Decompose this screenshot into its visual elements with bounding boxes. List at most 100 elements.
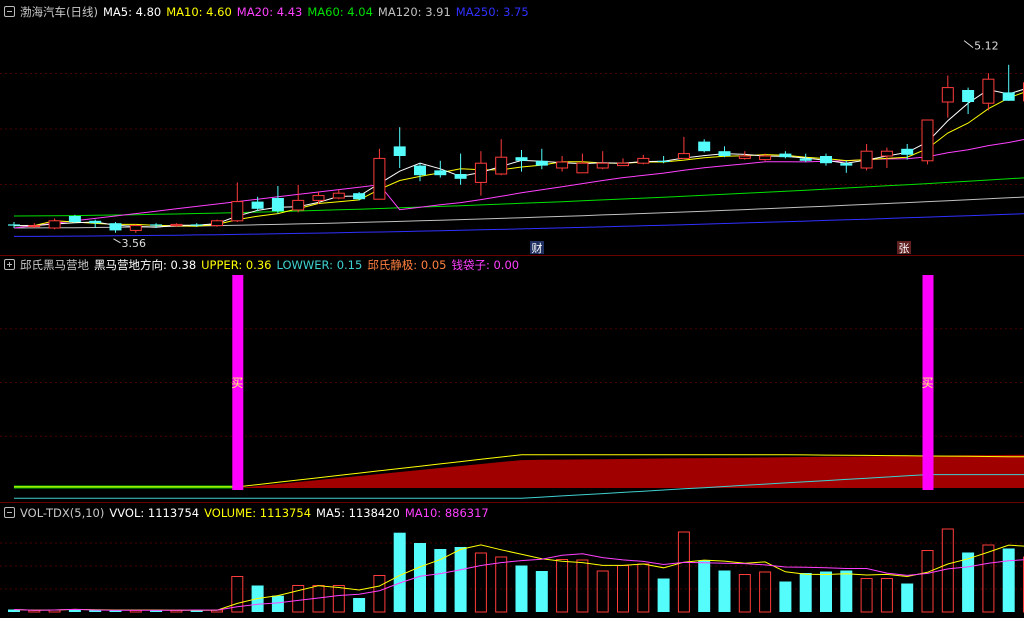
candle-body bbox=[332, 192, 345, 199]
candle-body bbox=[170, 223, 183, 227]
candle-body bbox=[373, 157, 386, 200]
candle-body bbox=[637, 157, 650, 164]
buy-signal-label: 买 bbox=[231, 376, 243, 390]
ma120-label: MA120: 3.91 bbox=[377, 5, 451, 19]
indicator-name: 邱氏黑马营地 bbox=[20, 258, 89, 272]
candle-body bbox=[799, 158, 812, 161]
candle-body bbox=[515, 157, 528, 161]
ma20-label: MA20: 4.43 bbox=[236, 5, 303, 19]
ma120-line bbox=[13, 196, 1024, 229]
volume-bar bbox=[434, 549, 447, 612]
candle-body bbox=[8, 224, 20, 226]
minus-icon[interactable] bbox=[4, 507, 15, 518]
candle-body bbox=[251, 201, 264, 209]
volume-bar bbox=[759, 571, 772, 613]
candle-body bbox=[190, 224, 203, 226]
price-panel-header: 渤海汽车(日线) MA5: 4.80 MA10: 4.60 MA20: 4.43 MA6… bbox=[4, 5, 534, 19]
candle-body bbox=[657, 160, 670, 162]
candle-body bbox=[393, 146, 406, 156]
candle-body bbox=[434, 170, 447, 176]
calm-label: 邱氏静极: 0.05 bbox=[367, 258, 447, 272]
volume-bar bbox=[779, 581, 792, 612]
volume-label: VOLUME: 1113754 bbox=[204, 506, 312, 520]
candle-body bbox=[840, 163, 853, 166]
candle-body bbox=[556, 161, 569, 169]
candle-body bbox=[982, 78, 995, 104]
candle-body bbox=[312, 195, 325, 201]
candle-body bbox=[292, 199, 305, 211]
panel-separator bbox=[0, 255, 1024, 256]
volume-bar bbox=[535, 571, 548, 612]
volume-bar bbox=[921, 550, 934, 613]
candle-body bbox=[414, 165, 426, 176]
ma5-label: MA5: 4.80 bbox=[102, 5, 162, 19]
volume-bar bbox=[596, 570, 609, 613]
volume-bar bbox=[677, 531, 690, 613]
volume-panel[interactable] bbox=[8, 528, 1024, 613]
candle-body bbox=[68, 216, 81, 222]
low-price-label: 3.56 bbox=[122, 237, 147, 250]
candle-body bbox=[495, 156, 508, 175]
candle-body bbox=[48, 220, 61, 229]
candle-body bbox=[962, 90, 975, 102]
candle-body bbox=[880, 150, 893, 157]
finance-marker: 财 bbox=[532, 241, 543, 255]
volume-bar bbox=[840, 570, 853, 612]
limit-up-marker: 张 bbox=[899, 242, 910, 255]
price-panel[interactable] bbox=[8, 56, 1024, 237]
ma250-label: MA250: 3.75 bbox=[455, 5, 529, 19]
candle-body bbox=[474, 162, 487, 183]
money-bag-label: 钱袋子: 0.00 bbox=[451, 258, 520, 272]
volume-bar bbox=[373, 575, 386, 613]
candle-body bbox=[820, 156, 832, 164]
volume-bar bbox=[657, 578, 670, 612]
ma60-label: MA60: 4.04 bbox=[307, 5, 373, 19]
lower-label: LOWWER: 0.15 bbox=[276, 258, 363, 272]
candle-body bbox=[129, 225, 142, 231]
candle-body bbox=[738, 155, 751, 159]
vvol-label: VVOL: 1113754 bbox=[109, 506, 200, 520]
volume-bar bbox=[738, 574, 751, 613]
candle-body bbox=[718, 151, 731, 156]
chart-canvas[interactable]: 5.12 3.56 财 张买 买 bbox=[0, 0, 1024, 618]
candle-body bbox=[28, 225, 41, 228]
volume-indicator-name: VOL-TDX(5,10) bbox=[20, 506, 105, 520]
candle-body bbox=[901, 148, 914, 155]
volume-bar bbox=[799, 573, 812, 612]
ma250-line bbox=[14, 213, 1024, 237]
candle-body bbox=[1002, 92, 1015, 101]
volume-bar bbox=[393, 532, 406, 612]
candle-body bbox=[231, 201, 244, 222]
candle-body bbox=[698, 141, 711, 152]
indicator-panel-header: 邱氏黑马营地 黑马营地方向: 0.38 UPPER: 0.36 LOWWER: 0.1… bbox=[4, 258, 524, 272]
volume-bar bbox=[576, 559, 589, 613]
volume-bar bbox=[515, 565, 528, 612]
indicator-panel[interactable] bbox=[14, 275, 1024, 499]
kline-chart-window[interactable]: 5.12 3.56 财 张买 买 渤海汽车(日线) MA5: 4.80 MA10: 4.60… bbox=[0, 0, 1024, 618]
direction-area bbox=[14, 454, 1024, 488]
volume-bar bbox=[820, 571, 832, 612]
high-arrow bbox=[963, 40, 974, 48]
vol-ma10-label: MA10: 886317 bbox=[404, 506, 489, 520]
candle-body bbox=[89, 220, 102, 224]
low-arrow bbox=[113, 238, 121, 244]
candle-body bbox=[779, 153, 792, 158]
annotation-labels: 5.12 3.56 财 张买 买 bbox=[113, 40, 999, 390]
plus-icon[interactable] bbox=[4, 259, 15, 270]
candle-body bbox=[677, 153, 690, 159]
candle-body bbox=[150, 224, 163, 226]
candle-body bbox=[759, 155, 772, 161]
volume-bar bbox=[901, 583, 914, 612]
volume-bar bbox=[962, 552, 975, 612]
candle-body bbox=[454, 174, 467, 179]
candle-body bbox=[921, 119, 934, 162]
direction-label: 黑马营地方向: 0.38 bbox=[94, 258, 197, 272]
candle-body bbox=[617, 162, 629, 167]
volume-bar bbox=[718, 570, 731, 612]
volume-bar bbox=[495, 556, 508, 613]
candle-body bbox=[271, 198, 284, 212]
minus-icon[interactable] bbox=[4, 6, 15, 17]
buy-signal-label: 买 bbox=[921, 376, 933, 390]
candle-body bbox=[535, 160, 548, 166]
panel-separator bbox=[0, 502, 1024, 503]
